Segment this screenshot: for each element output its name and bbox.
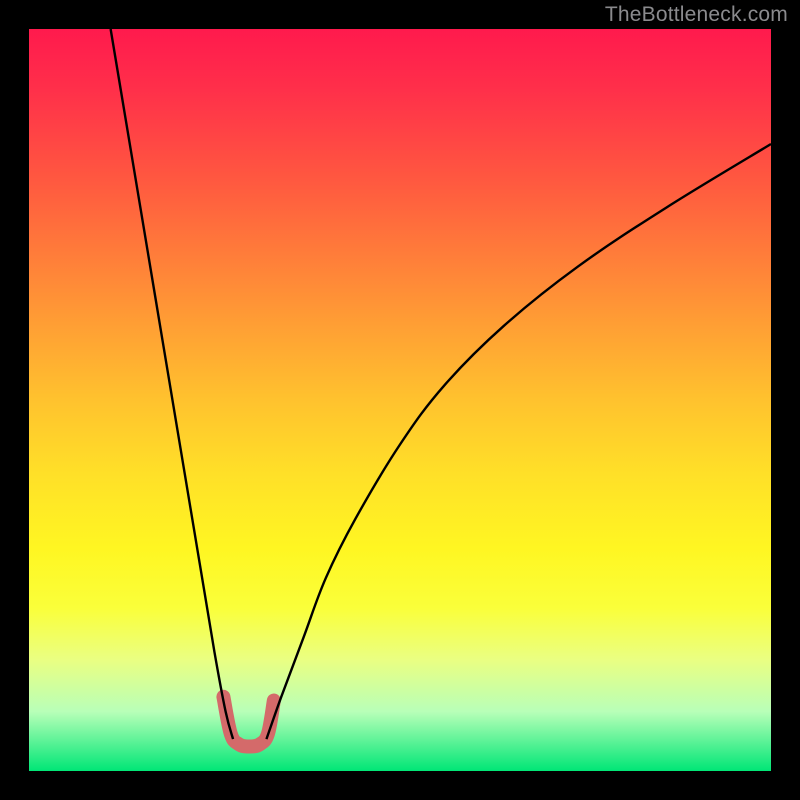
curve-layer (29, 29, 771, 771)
attribution-text: TheBottleneck.com (605, 3, 788, 27)
left-branch-curve (111, 29, 233, 739)
plot-area (29, 29, 771, 771)
right-branch-curve (266, 144, 771, 739)
optimal-zone-highlight (223, 697, 273, 747)
